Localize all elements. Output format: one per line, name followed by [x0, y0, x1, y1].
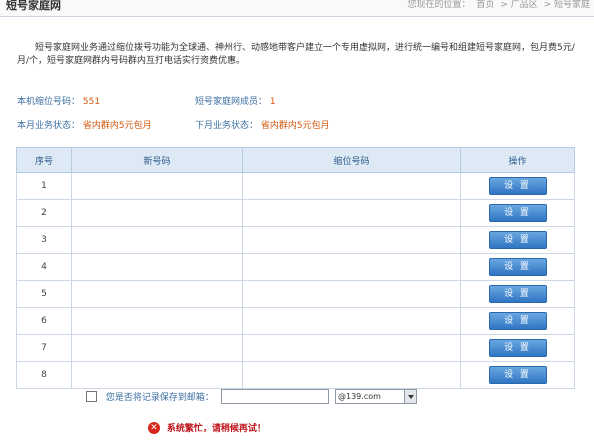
current-status-value: 省内群内5元包月 — [82, 121, 152, 131]
page-title: 短号家庭网 — [6, 0, 61, 12]
row-action-cell: 设 置 — [460, 307, 575, 335]
set-button[interactable]: 设 置 — [488, 177, 547, 195]
save-email-label: 您是否将记录保存到邮箱： — [105, 393, 214, 403]
set-button[interactable]: 设 置 — [488, 339, 547, 357]
row-action-cell: 设 置 — [460, 253, 575, 281]
save-email-checkbox[interactable] — [86, 391, 97, 402]
short-code-value: 551 — [82, 97, 101, 107]
service-description: 短号家庭网业务通过缩位拨号功能为全球通、神州行、动感地带客户建立一个专用虚拟网，… — [17, 42, 577, 68]
row-index: 2 — [16, 199, 72, 227]
breadcrumb-item-current: > 短号家庭 — [543, 0, 590, 10]
short-code-label: 本机缩位号码： — [17, 97, 81, 107]
members-value: 1 — [269, 97, 276, 107]
email-domain-value: @139.com — [338, 392, 381, 401]
email-domain-select[interactable]: @139.com — [335, 389, 417, 404]
set-button[interactable]: 设 置 — [488, 204, 547, 222]
row-index: 5 — [16, 280, 72, 308]
set-button[interactable]: 设 置 — [488, 366, 547, 384]
row-short-code — [242, 280, 461, 308]
error-text: 系统繁忙，请稍候再试！ — [166, 424, 266, 434]
members-label: 短号家庭网成员： — [195, 97, 268, 107]
row-new-number — [71, 226, 243, 254]
header-short-code: 缩位号码 — [242, 147, 461, 173]
email-input[interactable] — [221, 389, 329, 404]
breadcrumb-item-home[interactable]: 首页 — [476, 0, 494, 10]
table-header-row: 序号 新号码 缩位号码 操作 — [16, 147, 575, 173]
row-action-cell: 设 置 — [460, 199, 575, 227]
table-row: 4 设 置 — [16, 253, 575, 281]
row-new-number — [71, 280, 243, 308]
breadcrumb-prefix: 您现在的位置： — [407, 0, 471, 10]
info-row-codes: 本机缩位号码： 551 短号家庭网成员： 1 — [17, 94, 276, 107]
breadcrumb: 您现在的位置： 首页 > 广品区 > 短号家庭 — [405, 0, 590, 10]
row-short-code — [242, 361, 461, 389]
table-row: 1 设 置 — [16, 172, 575, 200]
set-button[interactable]: 设 置 — [488, 285, 547, 303]
error-message: ✕ 系统繁忙，请稍候再试！ — [148, 421, 266, 434]
row-new-number — [71, 253, 243, 281]
row-action-cell: 设 置 — [460, 172, 575, 200]
table-row: 7 设 置 — [16, 334, 575, 362]
set-button[interactable]: 设 置 — [488, 312, 547, 330]
description-text: 短号家庭网业务通过缩位拨号功能为全球通、神州行、动感地带客户建立一个专用虚拟网，… — [17, 43, 575, 66]
header-index: 序号 — [16, 147, 72, 173]
table-row: 2 设 置 — [16, 199, 575, 227]
chevron-down-icon[interactable] — [404, 390, 416, 403]
save-to-email-row: 您是否将记录保存到邮箱： — [86, 390, 214, 403]
header-action: 操作 — [460, 147, 575, 173]
table-row: 8 设 置 — [16, 361, 575, 389]
row-action-cell: 设 置 — [460, 361, 575, 389]
row-short-code — [242, 199, 461, 227]
table-row: 6 设 置 — [16, 307, 575, 335]
table-row: 3 设 置 — [16, 226, 575, 254]
row-short-code — [242, 334, 461, 362]
current-status-label: 本月业务状态： — [17, 121, 81, 131]
breadcrumb-item-product[interactable]: > 广品区 — [500, 0, 537, 10]
info-row-status: 本月业务状态： 省内群内5元包月 下月业务状态： 省内群内5元包月 — [17, 118, 330, 131]
row-action-cell: 设 置 — [460, 226, 575, 254]
row-new-number — [71, 307, 243, 335]
row-action-cell: 设 置 — [460, 280, 575, 308]
row-new-number — [71, 334, 243, 362]
row-index: 6 — [16, 307, 72, 335]
row-new-number — [71, 172, 243, 200]
table-row: 5 设 置 — [16, 280, 575, 308]
next-status-value: 省内群内5元包月 — [260, 121, 330, 131]
top-bar: 短号家庭网 您现在的位置： 首页 > 广品区 > 短号家庭 — [0, 0, 594, 17]
row-index: 7 — [16, 334, 72, 362]
row-short-code — [242, 172, 461, 200]
row-action-cell: 设 置 — [460, 334, 575, 362]
row-index: 4 — [16, 253, 72, 281]
row-index: 1 — [16, 172, 72, 200]
row-short-code — [242, 307, 461, 335]
row-index: 3 — [16, 226, 72, 254]
row-index: 8 — [16, 361, 72, 389]
row-new-number — [71, 361, 243, 389]
row-new-number — [71, 199, 243, 227]
members-table: 序号 新号码 缩位号码 操作 1 设 置 2 设 置 3 设 置 4 设 置 5… — [16, 147, 575, 389]
row-short-code — [242, 226, 461, 254]
header-new-number: 新号码 — [71, 147, 243, 173]
row-short-code — [242, 253, 461, 281]
next-status-label: 下月业务状态： — [195, 121, 259, 131]
set-button[interactable]: 设 置 — [488, 258, 547, 276]
x-circle-icon: ✕ — [148, 421, 160, 434]
set-button[interactable]: 设 置 — [488, 231, 547, 249]
